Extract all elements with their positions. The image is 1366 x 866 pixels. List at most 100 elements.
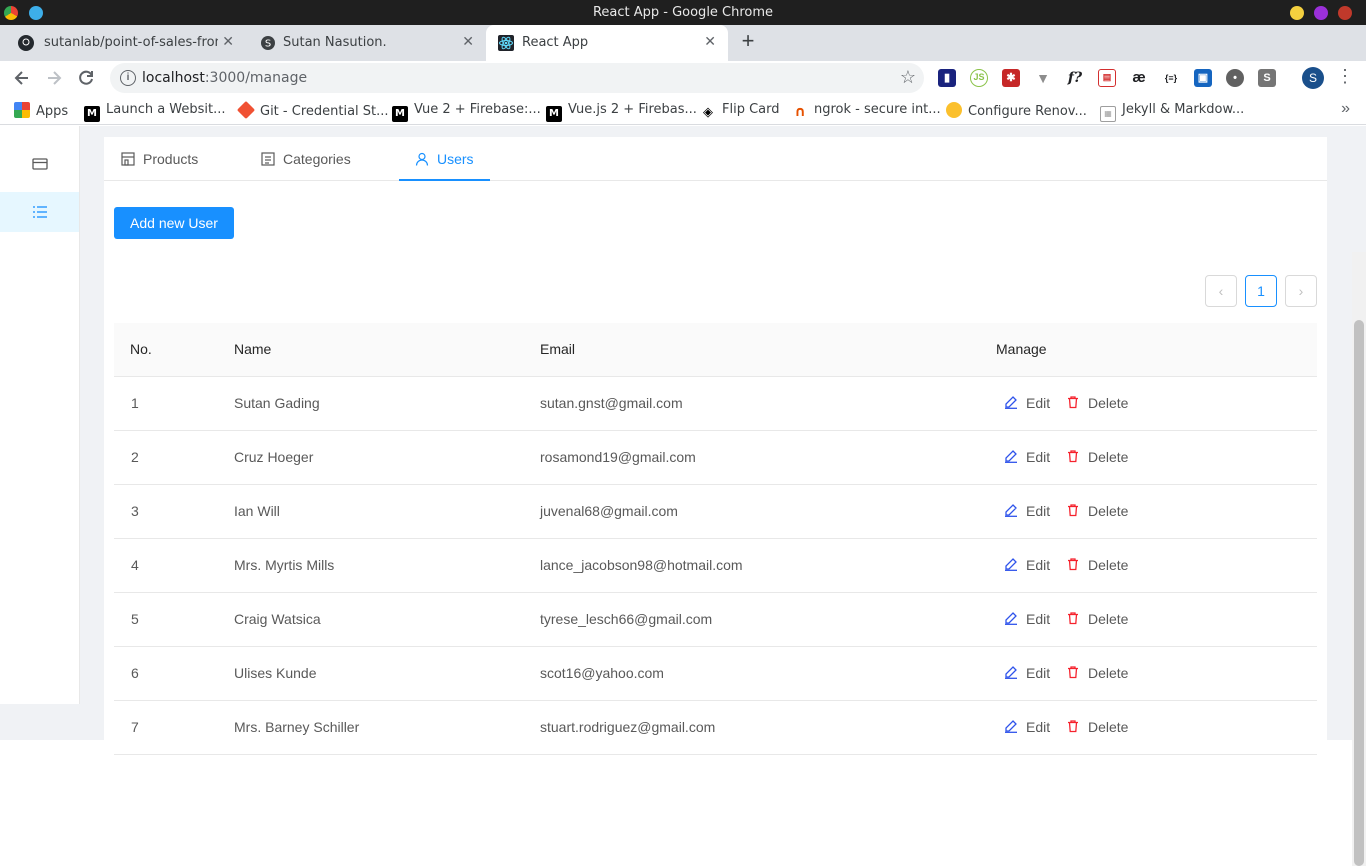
window-titlebar: React App - Google Chrome <box>0 0 1366 25</box>
window-title: React App - Google Chrome <box>592 5 774 20</box>
bookmark-star-icon[interactable]: ☆ <box>900 67 916 88</box>
pagination-prev-button[interactable]: ‹ <box>1205 275 1237 307</box>
tab-label: Users <box>437 151 474 167</box>
extension-json-icon[interactable]: {≡} <box>1162 69 1180 87</box>
bookmarks-bar: Apps M Launch a Websit... Git - Credentia… <box>0 95 1366 125</box>
delete-button[interactable]: Delete <box>1066 665 1142 683</box>
delete-icon <box>1068 504 1078 517</box>
github-icon <box>18 35 34 51</box>
edit-button[interactable]: Edit <box>1004 611 1060 629</box>
tab-close-icon[interactable]: ✕ <box>462 34 474 50</box>
delete-button[interactable]: Delete <box>1066 395 1142 413</box>
edit-button[interactable]: Edit <box>1004 503 1060 521</box>
arrow-left-icon <box>14 71 28 85</box>
header-manage: Manage <box>996 341 1047 357</box>
delete-button[interactable]: Delete <box>1066 449 1142 467</box>
extension-calendar-icon[interactable]: ▤ <box>1098 69 1116 87</box>
bookmark-ngrok[interactable]: ∩ ngrok - secure int... <box>792 102 941 120</box>
bookmark-label: Configure Renov... <box>968 104 1087 119</box>
edit-button[interactable]: Edit <box>1004 395 1060 413</box>
header-email: Email <box>540 341 576 357</box>
browser-tab-github[interactable]: sutanlab/point-of-sales-front ✕ <box>0 25 246 61</box>
profile-avatar[interactable]: S <box>1302 67 1324 89</box>
delete-label: Delete <box>1088 611 1129 627</box>
bookmark-flip-card[interactable]: ◈ Flip Card <box>700 102 780 121</box>
sidebar <box>0 126 80 704</box>
manage-panel: Products Categories Users Add new User ‹… <box>104 137 1327 755</box>
arrow-right-icon <box>48 71 62 85</box>
delete-icon <box>1068 720 1078 733</box>
site-s-icon: S <box>261 36 275 50</box>
medium-icon: M <box>546 106 562 122</box>
cell-email: stuart.rodriguez@gmail.com <box>540 719 716 735</box>
table-row: 4 Mrs. Myrtis Mills lance_jacobson98@hotma… <box>114 539 1317 593</box>
sidebar-item-pos[interactable] <box>0 144 79 184</box>
add-user-button[interactable]: Add new User <box>114 207 234 239</box>
apps-grid-icon <box>14 102 30 118</box>
tab-users[interactable]: Users <box>399 137 490 181</box>
extension-whatfont-icon[interactable]: f? <box>1066 69 1084 87</box>
pagination-page-1[interactable]: 1 <box>1245 275 1277 307</box>
extension-vue-icon[interactable]: ▼ <box>1034 69 1052 87</box>
extension-bug-icon[interactable]: ✱ <box>1002 69 1020 87</box>
bookmark-label: Flip Card <box>722 102 780 117</box>
minimize-button[interactable] <box>1290 6 1304 20</box>
tab-close-icon[interactable]: ✕ <box>704 34 716 50</box>
cell-email: sutan.gnst@gmail.com <box>540 395 683 411</box>
extension-chat-icon[interactable]: • <box>1226 69 1244 87</box>
delete-button[interactable]: Delete <box>1066 557 1142 575</box>
edit-button[interactable]: Edit <box>1004 719 1060 737</box>
more-bookmarks-icon[interactable]: » <box>1341 100 1350 118</box>
edit-button[interactable]: Edit <box>1004 557 1060 575</box>
delete-button[interactable]: Delete <box>1066 503 1142 521</box>
extension-ae-icon[interactable]: æ <box>1130 69 1148 87</box>
ngrok-icon: ∩ <box>792 104 808 120</box>
bookmark-jekyll-markdown[interactable]: ▦ Jekyll & Markdow... <box>1100 102 1244 122</box>
jekyll-icon: ▦ <box>1100 106 1116 122</box>
reload-button[interactable] <box>75 67 97 89</box>
edit-button[interactable]: Edit <box>1004 665 1060 683</box>
extension-ruler-icon[interactable]: ▮ <box>938 69 956 87</box>
close-window-button[interactable] <box>1338 6 1352 20</box>
extension-folder-icon[interactable]: ▣ <box>1194 69 1212 87</box>
bookmark-git-credential[interactable]: Git - Credential St... <box>236 100 389 120</box>
bookmark-launch-website[interactable]: M Launch a Websit... <box>84 102 226 122</box>
edit-label: Edit <box>1026 611 1051 627</box>
cell-name: Sutan Gading <box>234 395 320 411</box>
site-info-icon[interactable]: i <box>120 70 136 86</box>
browser-tab-react-app[interactable]: React App ✕ <box>486 25 728 61</box>
bookmark-apps[interactable]: Apps <box>14 102 68 119</box>
address-bar[interactable]: i localhost:3000/manage ☆ <box>110 63 924 93</box>
chrome-menu-icon[interactable]: ⋮ <box>1336 66 1354 87</box>
bookmark-vuejs-firebase[interactable]: M Vue.js 2 + Firebas... <box>546 102 697 122</box>
delete-button[interactable]: Delete <box>1066 611 1142 629</box>
edit-label: Edit <box>1026 395 1051 411</box>
back-button[interactable] <box>11 67 33 89</box>
extension-s-icon[interactable]: S <box>1258 69 1276 87</box>
cell-name: Mrs. Myrtis Mills <box>234 557 335 573</box>
sidebar-item-manage[interactable] <box>0 192 79 232</box>
bookmark-configure-renovate[interactable]: Configure Renov... <box>946 102 1087 119</box>
git-icon <box>236 100 256 120</box>
tab-strip: sutanlab/point-of-sales-front ✕ S Sutan … <box>0 25 1366 61</box>
url-text[interactable]: localhost:3000/manage <box>142 70 307 86</box>
new-tab-button[interactable]: + <box>737 30 759 53</box>
page-scrollbar[interactable] <box>1352 252 1366 866</box>
scrollbar-thumb[interactable] <box>1354 320 1364 866</box>
edit-icon <box>1005 612 1017 625</box>
pagination-next-button[interactable]: › <box>1285 275 1317 307</box>
bookmark-label: Jekyll & Markdow... <box>1122 102 1245 117</box>
tab-close-icon[interactable]: ✕ <box>222 34 234 50</box>
forward-button[interactable] <box>43 67 65 89</box>
browser-tab-sutan[interactable]: S Sutan Nasution. ✕ <box>246 25 486 61</box>
edit-icon <box>1005 396 1017 409</box>
maximize-button[interactable] <box>1314 6 1328 20</box>
tab-products[interactable]: Products <box>121 137 221 181</box>
bookmark-vue-firebase[interactable]: M Vue 2 + Firebase:... <box>392 102 541 122</box>
edit-button[interactable]: Edit <box>1004 449 1060 467</box>
tab-categories[interactable]: Categories <box>261 137 371 181</box>
edit-icon <box>1005 504 1017 517</box>
delete-button[interactable]: Delete <box>1066 719 1142 737</box>
header-no: No. <box>130 341 152 357</box>
extension-nodejs-icon[interactable]: JS <box>970 69 988 87</box>
